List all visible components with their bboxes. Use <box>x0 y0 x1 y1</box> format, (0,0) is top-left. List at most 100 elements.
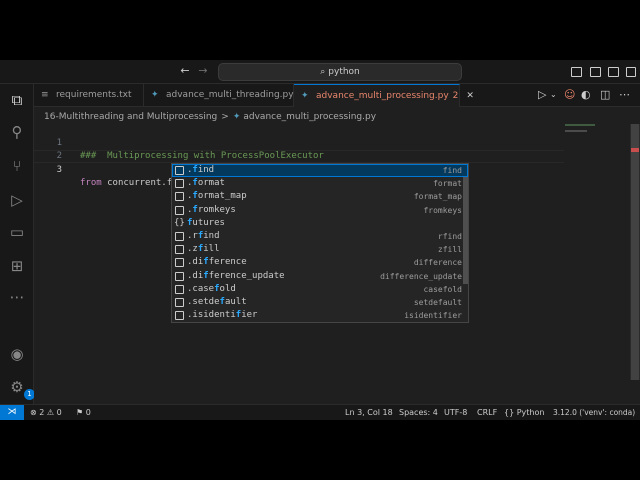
suggestion-item[interactable]: .isidentifier isidentifier <box>172 309 468 322</box>
toggle-secondary-sidebar-icon[interactable] <box>608 67 619 77</box>
suggestion-detail: difference_update <box>380 271 462 281</box>
tab-advance-multi-processing[interactable]: ✦ advance_multi_processing.py 2 ✕ <box>294 84 474 107</box>
minimap-line <box>565 124 595 126</box>
suggestion-detail: format <box>433 179 462 189</box>
method-icon <box>175 179 184 189</box>
run-python-file-icon[interactable]: ▷ <box>538 88 546 101</box>
python-file-icon: ✦ <box>301 91 309 101</box>
problems-indicator[interactable]: ⊗ 2 ⚠ 0 <box>30 405 62 420</box>
suggestion-item[interactable]: .fromkeys fromkeys <box>172 204 468 217</box>
activity-bar: ⧉ ⚲ ⑂ ▷ ▭ ⊞ ⋯ ◉ ⚙ 1 <box>0 84 35 404</box>
accounts-icon[interactable]: ◉ <box>7 344 27 364</box>
suggestion-detail: find <box>442 166 462 175</box>
python-file-icon: ✦ <box>232 112 241 122</box>
suggestion-detail: casefold <box>423 284 462 294</box>
suggestion-detail: isidentifier <box>404 311 462 321</box>
close-tab-icon[interactable]: ✕ <box>466 91 474 101</box>
suggestion-item[interactable]: .setdefault setdefault <box>172 296 468 309</box>
suggestion-item[interactable]: .difference_update difference_update <box>172 270 468 283</box>
editor-scrollbar[interactable] <box>630 124 640 380</box>
editor-tab-bar: ≡ requirements.txt ✦ advance_multi_threa… <box>34 84 640 107</box>
suggestion-label: .difference <box>187 257 247 268</box>
suggestion-item[interactable]: .format format <box>172 177 468 190</box>
command-center-text: python <box>328 67 360 77</box>
suggestion-item[interactable]: .format_map format_map <box>172 190 468 203</box>
suggestion-label: .casefold <box>187 283 236 294</box>
suggestion-detail: fromkeys <box>423 205 462 215</box>
remote-explorer-icon[interactable]: ▭ <box>7 222 27 242</box>
suggestion-item[interactable]: .zfill zfill <box>172 243 468 256</box>
method-icon <box>175 166 184 175</box>
code-text: from concurrent.f <box>80 177 174 190</box>
warning-count: 0 <box>56 408 62 417</box>
forward-arrow-icon[interactable]: → <box>196 64 210 77</box>
more-actions-icon[interactable]: ⋯ <box>619 88 630 101</box>
suggest-widget: .find find .format format .format_map format_… <box>171 163 469 323</box>
tab-requirements[interactable]: ≡ requirements.txt <box>34 84 144 107</box>
line-number: 3 <box>56 165 62 175</box>
command-center-search[interactable]: ⌕ python <box>218 63 462 81</box>
open-changes-icon[interactable]: ◐ <box>581 88 591 101</box>
warning-icon: ⚠ <box>46 408 55 417</box>
manage-gear-icon[interactable]: ⚙ 1 <box>7 377 35 400</box>
customize-layout-icon[interactable] <box>626 67 636 77</box>
suggestion-item[interactable]: .casefold casefold <box>172 283 468 296</box>
tab-advance-multi-threading[interactable]: ✦ advance_multi_threading.py <box>144 84 294 107</box>
error-count: 2 <box>39 408 45 417</box>
breadcrumb-file[interactable]: advance_multi_processing.py <box>243 112 376 122</box>
error-marker <box>631 148 639 152</box>
breadcrumb: 16-Multithreading and Multiprocessing > ✦ a… <box>44 110 376 124</box>
toggle-primary-sidebar-icon[interactable] <box>571 67 582 77</box>
suggestion-label: .zfill <box>187 244 220 255</box>
suggestion-item[interactable]: {} futures <box>172 217 468 230</box>
code-keyword: from <box>80 178 102 188</box>
suggestion-detail: setdefault <box>413 298 462 307</box>
source-control-icon[interactable]: ⑂ <box>7 156 27 176</box>
suggestion-label: .difference_update <box>187 270 285 281</box>
method-icon <box>175 192 184 202</box>
suggestion-label: .setdefault <box>187 297 247 307</box>
breadcrumb-folder[interactable]: 16-Multithreading and Multiprocessing <box>44 112 217 122</box>
language-mode[interactable]: {} Python <box>504 405 544 420</box>
error-icon: ⊗ <box>30 408 37 417</box>
search-icon: ⌕ <box>320 67 326 77</box>
title-bar: ← → ⌕ python <box>0 60 640 84</box>
method-icon <box>175 284 184 294</box>
back-arrow-icon[interactable]: ← <box>178 64 192 77</box>
toggle-panel-icon[interactable] <box>590 67 601 77</box>
suggestion-detail: format_map <box>413 192 462 202</box>
search-icon[interactable]: ⚲ <box>7 122 27 142</box>
minimap[interactable] <box>560 124 628 402</box>
method-icon <box>175 205 184 215</box>
method-icon <box>175 245 184 255</box>
suggestion-label: .rfind <box>187 231 220 241</box>
suggestion-detail: difference <box>413 258 462 268</box>
run-debug-icon[interactable]: ▷ <box>7 190 27 210</box>
language-label: Python <box>516 408 545 417</box>
python-interpreter[interactable]: 3.12.0 ('venv': conda) <box>553 405 635 420</box>
ports-icon: ⚑ <box>76 408 84 417</box>
encoding[interactable]: UTF-8 <box>444 405 467 420</box>
tab-label: advance_multi_threading.py <box>166 90 294 100</box>
suggestion-item[interactable]: .find find <box>172 164 468 177</box>
ports-count: 0 <box>85 408 91 417</box>
method-icon <box>175 232 184 241</box>
more-icon[interactable]: ⋯ <box>7 287 27 307</box>
extensions-icon[interactable]: ⊞ <box>7 256 27 276</box>
suggestion-detail: rfind <box>437 232 462 241</box>
remote-indicator-icon[interactable]: ⋊ <box>0 405 24 420</box>
suggestion-item[interactable]: .difference difference <box>172 256 468 269</box>
method-icon <box>175 298 184 307</box>
end-of-line[interactable]: CRLF <box>477 405 497 420</box>
split-editor-icon[interactable]: ◫ <box>600 88 610 101</box>
indentation[interactable]: Spaces: 4 <box>399 405 438 420</box>
copilot-icon[interactable]: ☺ <box>564 88 575 101</box>
run-dropdown-icon[interactable]: ⌄ <box>550 90 557 99</box>
code-line: 1 ### Multiprocessing with ProcessPoolEx… <box>34 124 564 161</box>
suggestion-label: .find <box>187 165 215 175</box>
scrollbar-thumb[interactable] <box>631 124 639 380</box>
cursor-position[interactable]: Ln 3, Col 18 <box>345 405 393 420</box>
suggestion-item[interactable]: .rfind rfind <box>172 230 468 243</box>
ports-indicator[interactable]: ⚑ 0 <box>76 405 91 420</box>
explorer-icon[interactable]: ⧉ <box>7 90 27 110</box>
